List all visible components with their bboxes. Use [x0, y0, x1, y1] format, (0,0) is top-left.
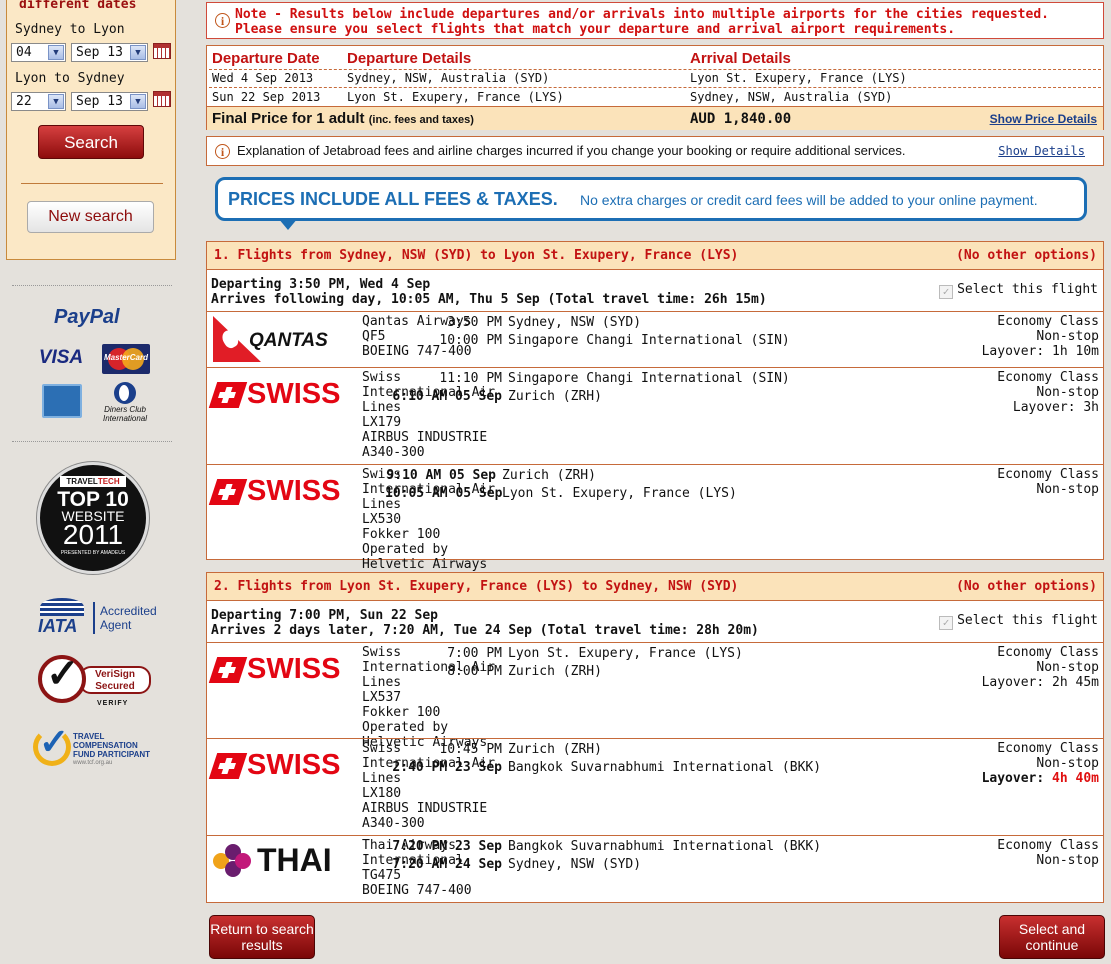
itinerary-summary: Departure Date Departure Details Arrival… [206, 45, 1104, 130]
inbound-day-value: 22 [16, 94, 32, 109]
no-other-options: (No other options) [956, 579, 1097, 594]
flight-segment: QANTAS Qantas Airways QF5 BOEING 747-400 3… [207, 311, 1103, 367]
chevron-down-icon: ▼ [130, 94, 146, 109]
summary-date: Wed 4 Sep 2013 [212, 71, 314, 85]
banner-headline: PRICES INCLUDE ALL FEES & TAXES. [228, 189, 558, 209]
inbound-day-select[interactable]: 22 ▼ [11, 92, 66, 111]
search-button[interactable]: Search [38, 125, 144, 159]
header-departure-details: Departure Details [347, 50, 472, 67]
note-text: Note - Results below include departures … [235, 7, 1049, 37]
journey-summary: Departing 3:50 PM, Wed 4 Sep Arrives fol… [211, 277, 767, 307]
segment-class-info: Economy Class Non-stop [997, 838, 1099, 868]
top10-website-badge: TRAVELTECH TOP 10 WEBSITE 2011 PRESENTED… [37, 462, 149, 574]
segment-times: 11:10 PM Singapore Changi International (… [392, 371, 790, 404]
final-price-label: Final Price for 1 adult (inc. fees and t… [212, 110, 474, 127]
segment-times: 10:45 PM Zurich (ZRH) 2:40 PM 23 Sep Bangk… [392, 742, 822, 775]
segment-class-info: Economy Class Non-stop Layover: 2h 45m [981, 645, 1099, 690]
checkmark-icon: ✓ [939, 616, 954, 630]
new-search-button[interactable]: New search [27, 201, 154, 233]
return-flights-section: 2. Flights from Lyon St. Exupery, France… [206, 572, 1104, 903]
swiss-logo: SWISS [208, 374, 353, 414]
chevron-down-icon: ▼ [48, 94, 64, 109]
visa-logo: VISA [38, 347, 84, 368]
swiss-logo: SWISS [208, 471, 353, 511]
header-departure-date: Departure Date [212, 50, 320, 67]
info-icon: i [215, 144, 230, 159]
summary-arrival: Lyon St. Exupery, France (LYS) [690, 71, 907, 85]
no-other-options: (No other options) [956, 248, 1097, 263]
outbound-month-select[interactable]: Sep 13 ▼ [71, 43, 148, 62]
final-price-amount: AUD 1,840.00 [690, 111, 792, 127]
flight-segment: THAI Thai Airways International TG475 BOEI… [207, 835, 1103, 903]
divider [21, 183, 163, 184]
info-icon: i [215, 13, 230, 28]
summary-date: Sun 22 Sep 2013 [212, 90, 321, 104]
journey-summary: Departing 7:00 PM, Sun 22 Sep Arrives 2 … [211, 608, 759, 638]
panel-heading: different dates [19, 0, 137, 12]
swiss-logo: SWISS [208, 745, 353, 785]
chevron-down-icon: ▼ [48, 45, 64, 60]
final-price-row: Final Price for 1 adult (inc. fees and t… [207, 106, 1103, 130]
flight-segment: SWISS Swiss International Air Lines LX179… [207, 367, 1103, 464]
paypal-logo: PayPal [54, 306, 120, 328]
thai-airways-logo: THAI [213, 840, 353, 880]
divider [12, 285, 172, 286]
segment-times: 3:50 PM Sydney, NSW (SYD) 10:00 PM Singapo… [439, 315, 790, 348]
segment-class-info: Economy Class Non-stop Layover: 4h 40m [981, 741, 1099, 786]
outbound-day-value: 04 [16, 45, 32, 60]
checkmark-icon: ✓ [939, 285, 954, 299]
inbound-month-value: Sep 13 [76, 94, 123, 109]
inbound-month-select[interactable]: Sep 13 ▼ [71, 92, 148, 111]
amex-logo [42, 384, 82, 418]
section-title: 1. Flights from Sydney, NSW (SYD) to Lyo… [214, 248, 739, 263]
outbound-flights-section: 1. Flights from Sydney, NSW (SYD) to Lyo… [206, 241, 1104, 572]
flight-segment: SWISS Swiss International Air Lines LX537… [207, 642, 1103, 750]
qantas-logo: QANTAS [213, 316, 351, 364]
diners-club-logo: Diners Club International [100, 382, 150, 423]
inbound-route-label: Lyon to Sydney [15, 71, 125, 86]
outbound-route-label: Sydney to Lyon [15, 22, 125, 37]
swiss-logo: SWISS [208, 649, 353, 689]
segment-class-info: Economy Class Non-stop [997, 467, 1099, 497]
summary-arrival: Sydney, NSW, Australia (SYD) [690, 90, 893, 104]
prices-include-fees-banner: PRICES INCLUDE ALL FEES & TAXES. No extr… [215, 177, 1087, 230]
search-panel: different dates Sydney to Lyon 04 ▼ Sep … [6, 0, 176, 260]
return-to-search-button[interactable]: Return to search results [209, 915, 315, 959]
section-header: 2. Flights from Lyon St. Exupery, France… [207, 573, 1103, 601]
select-and-continue-button[interactable]: Select and continue [999, 915, 1105, 959]
segment-class-info: Economy Class Non-stop Layover: 3h [997, 370, 1099, 415]
divider [12, 441, 172, 442]
select-flight-checkbox[interactable]: ✓ Select this flight [939, 282, 1098, 299]
show-details-link[interactable]: Show Details [998, 144, 1085, 158]
flight-segment: SWISS Swiss International Air Lines LX180… [207, 738, 1103, 835]
summary-departure: Lyon St. Exupery, France (LYS) [347, 90, 564, 104]
show-price-details-link[interactable]: Show Price Details [990, 112, 1097, 126]
header-arrival-details: Arrival Details [690, 50, 791, 67]
multi-airport-note: i Note - Results below include departure… [206, 2, 1104, 39]
fees-text: Explanation of Jetabroad fees and airlin… [237, 143, 906, 158]
fees-explanation: i Explanation of Jetabroad fees and airl… [206, 136, 1104, 166]
flight-segment: SWISS Swiss International Air Lines LX530… [207, 464, 1103, 572]
section-title: 2. Flights from Lyon St. Exupery, France… [214, 579, 739, 594]
banner-subline: No extra charges or credit card fees wil… [580, 192, 1038, 208]
calendar-icon[interactable] [153, 43, 171, 59]
summary-departure: Sydney, NSW, Australia (SYD) [347, 71, 550, 85]
outbound-month-value: Sep 13 [76, 45, 123, 60]
chevron-down-icon: ▼ [130, 45, 146, 60]
segment-times: 7:00 PM Lyon St. Exupery, France (LYS) 8:… [447, 646, 743, 679]
outbound-day-select[interactable]: 04 ▼ [11, 43, 66, 62]
segment-times: 7:20 PM 23 Sep Bangkok Suvarnabhumi Inter… [392, 839, 822, 872]
calendar-icon[interactable] [153, 91, 171, 107]
travel-compensation-fund-logo: TRAVELCOMPENSATIONFUND PARTICIPANT www.t… [33, 721, 153, 770]
verisign-secured-logo[interactable]: VeriSignSecured VERIFY [37, 650, 153, 710]
select-flight-checkbox[interactable]: ✓ Select this flight [939, 613, 1098, 630]
mastercard-logo: MasterCard [102, 344, 150, 374]
iata-accredited-logo: IATA Accredited Agent [36, 598, 157, 638]
segment-times: 9:10 AM 05 Sep Zurich (ZRH) 10:05 AM 05 S… [385, 468, 737, 501]
segment-class-info: Economy Class Non-stop Layover: 1h 10m [981, 314, 1099, 359]
section-header: 1. Flights from Sydney, NSW (SYD) to Lyo… [207, 242, 1103, 270]
